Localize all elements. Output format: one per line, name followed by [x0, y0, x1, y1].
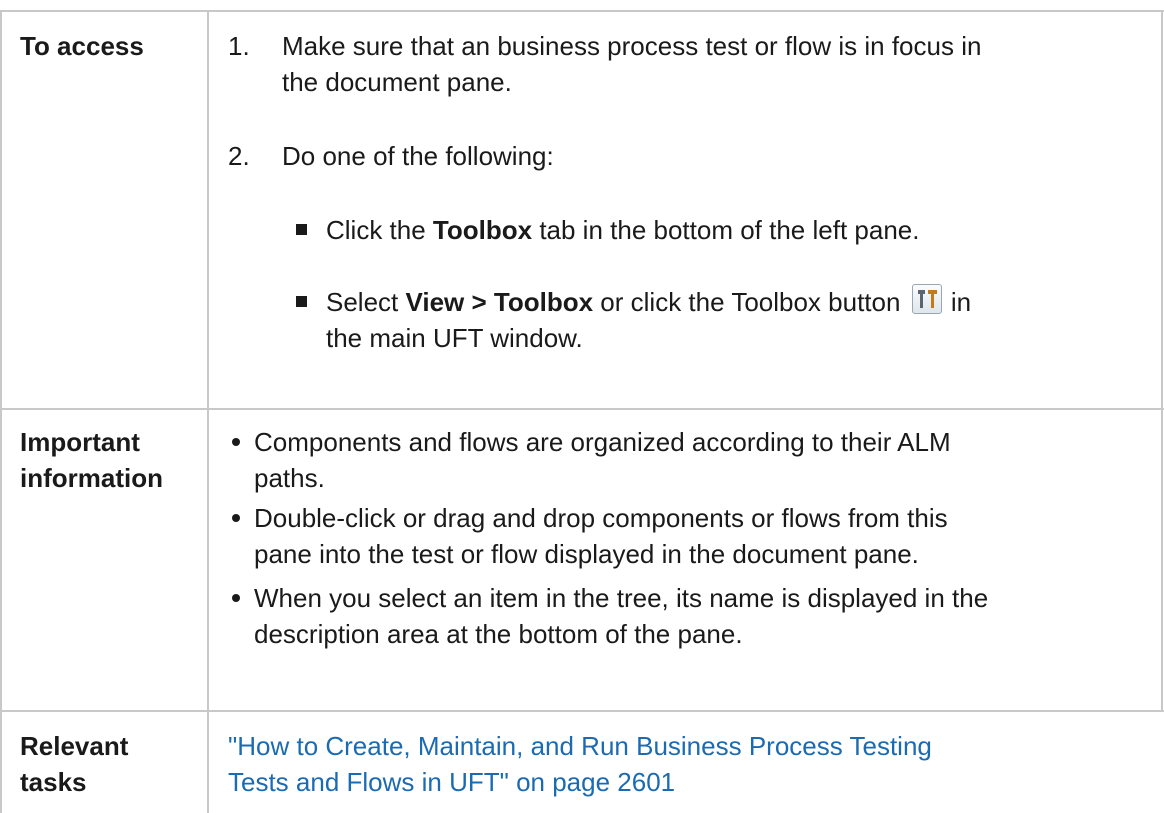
bold-term: View > Toolbox: [405, 287, 594, 317]
toolbox-icon: [911, 284, 942, 314]
square-bullet-icon: [296, 296, 307, 307]
dot-bullet-icon: [232, 438, 240, 446]
info-item-3-line-2: description area at the bottom of the pa…: [254, 619, 743, 649]
bullet-text: Select: [326, 287, 406, 317]
square-bullet-icon: [296, 224, 307, 235]
step-number: 2.: [228, 141, 250, 171]
step-number: 1.: [228, 31, 250, 61]
bold-term: Toolbox: [432, 215, 533, 245]
bullet-text: in: [943, 287, 972, 317]
info-item-1-line-1: Components and flows are organized accor…: [254, 427, 951, 457]
info-item-2-line-1: Double-click or drag and drop components…: [254, 503, 948, 533]
info-item-3-line-1: When you select an item in the tree, its…: [254, 583, 989, 613]
relevant-task-link[interactable]: "How to Create, Maintain, and Run Busine…: [228, 728, 932, 800]
step-1-line-1: Make sure that an business process test …: [282, 31, 982, 61]
row-label-tasks-line-1: Relevant: [20, 731, 129, 761]
bullet-view-toolbox-line-2: the main UFT window.: [326, 323, 583, 353]
info-table: To access 1. Make sure that an business …: [0, 10, 1164, 813]
row-label-access: To access: [20, 31, 144, 61]
dot-bullet-icon: [232, 594, 240, 602]
bullet-toolbox-tab: Click the Toolbox tab in the bottom of t…: [326, 212, 919, 248]
row-label-important-line-1: Important: [20, 427, 140, 457]
bullet-text: Click the: [326, 215, 433, 245]
bullet-text: or click the Toolbox button: [593, 287, 908, 317]
info-item-2-line-2: pane into the test or flow displayed in …: [254, 539, 919, 569]
dot-bullet-icon: [232, 514, 240, 522]
bullet-text: tab in the bottom of the left pane.: [532, 215, 920, 245]
step-1-line-2: the document pane.: [282, 67, 512, 97]
step-2-text: Do one of the following:: [282, 141, 554, 171]
table-row-tasks: Relevant tasks "How to Create, Maintain,…: [0, 710, 1164, 813]
link-line-1[interactable]: "How to Create, Maintain, and Run Busine…: [228, 728, 932, 764]
row-label-important-line-2: information: [20, 463, 163, 493]
link-line-2[interactable]: Tests and Flows in UFT" on page 2601: [228, 764, 932, 800]
info-item-1-line-2: paths.: [254, 463, 325, 493]
row-label-tasks-line-2: tasks: [20, 767, 87, 797]
table-row-access: To access 1. Make sure that an business …: [0, 10, 1164, 408]
table-row-important: Important information Components and flo…: [0, 408, 1164, 710]
bullet-view-toolbox: Select View > Toolbox or click the Toolb…: [326, 284, 971, 320]
